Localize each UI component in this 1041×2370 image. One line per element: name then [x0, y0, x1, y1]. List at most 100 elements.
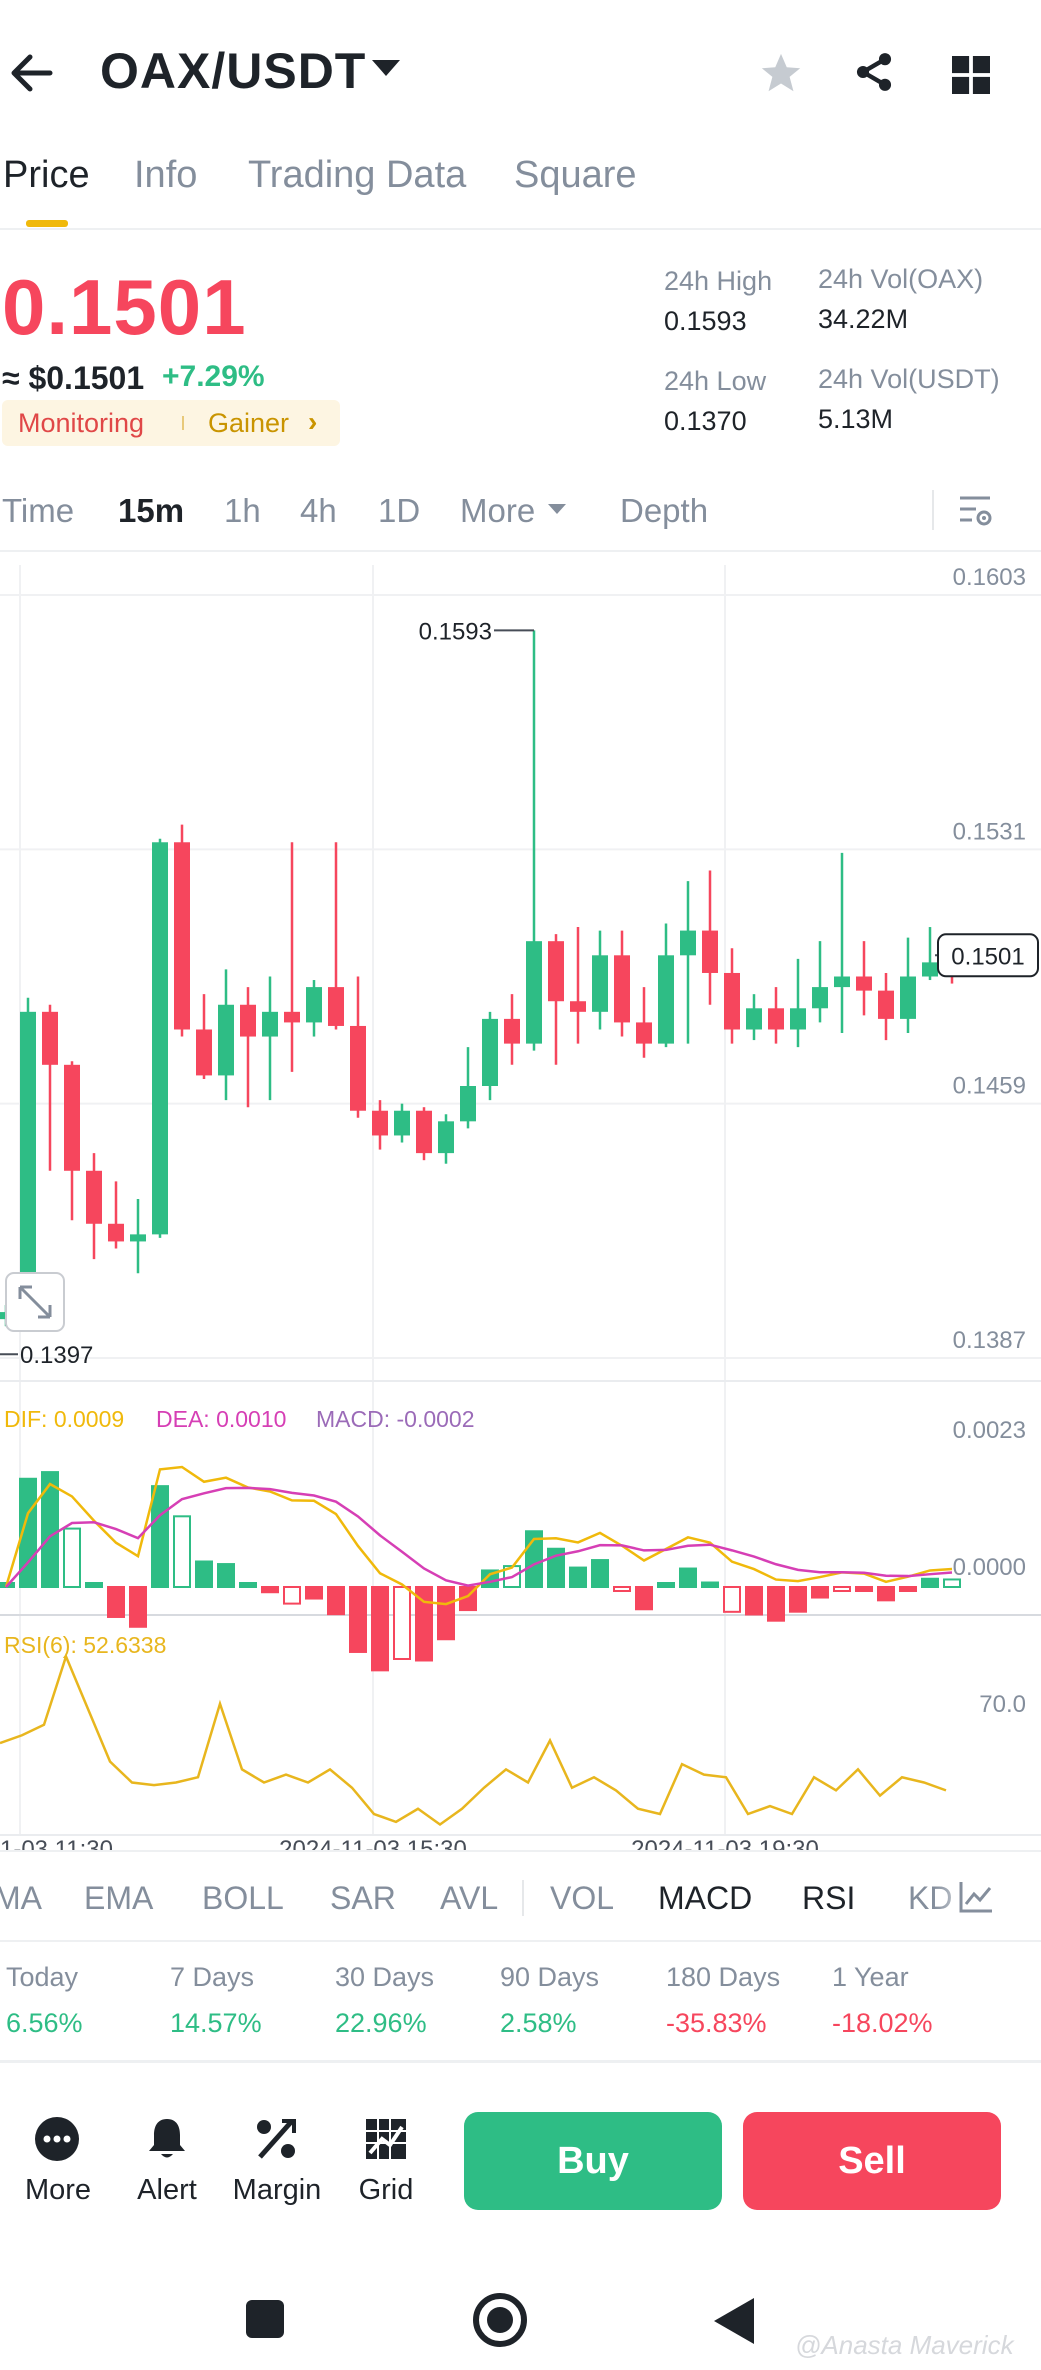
more-icon[interactable]	[33, 2115, 81, 2163]
tab-trading-data[interactable]: Trading Data	[248, 154, 466, 197]
candle-body	[64, 1064, 80, 1171]
price-change: +7.29%	[162, 360, 265, 393]
rsi-label: RSI(6): 52.6338	[4, 1632, 166, 1658]
candle-body	[306, 987, 322, 1023]
ind-rsi[interactable]: RSI	[802, 1880, 855, 1917]
macd-histogram-bar	[833, 1586, 851, 1592]
indicator-settings-icon[interactable]	[958, 1880, 994, 1914]
bell-icon[interactable]	[143, 2115, 191, 2163]
macd-histogram-bar	[85, 1582, 103, 1588]
chart-settings-icon[interactable]	[958, 494, 994, 528]
grid-bot-icon[interactable]	[362, 2115, 410, 2163]
ind-ema[interactable]: EMA	[84, 1880, 153, 1917]
percent-icon[interactable]	[252, 2115, 300, 2163]
sell-button[interactable]: Sell	[743, 2112, 1001, 2210]
tab-info[interactable]: Info	[134, 154, 197, 197]
perf-value: -35.83%	[666, 2008, 767, 2038]
ind-macd[interactable]: MACD	[658, 1880, 752, 1917]
macd-histogram-bar	[657, 1582, 675, 1588]
candle-body	[218, 1004, 234, 1076]
candle-body	[768, 1008, 784, 1030]
tab-square[interactable]: Square	[514, 154, 637, 197]
price-chart[interactable]: DIF: 0.0009 DEA: 0.0010 MACD: -0.0002 0.002…	[0, 550, 1041, 1850]
ind-ma[interactable]: MA	[0, 1880, 42, 1917]
x-tick-label: 2024-11-03 19:30	[631, 1836, 819, 1850]
candle-body	[680, 930, 696, 956]
divider	[932, 490, 934, 530]
candle-body	[900, 976, 916, 1019]
ind-vol[interactable]: VOL	[550, 1880, 614, 1917]
tf-1h[interactable]: 1h	[224, 492, 261, 530]
grid-icon[interactable]	[952, 56, 990, 94]
candle-body	[130, 1234, 146, 1242]
divider	[0, 1850, 1041, 1852]
low-value: 0.1370	[664, 406, 747, 436]
macd-histogram-bar	[701, 1581, 719, 1588]
alert-label[interactable]: Alert	[107, 2174, 227, 2207]
candle-body	[570, 1001, 586, 1012]
candle-body	[746, 1008, 762, 1030]
pair-title[interactable]: OAX/USDT	[100, 42, 366, 100]
macd-histogram-bar	[767, 1586, 785, 1622]
last-price: 0.1501	[2, 263, 247, 351]
rsi-line	[0, 1652, 947, 1827]
candle-body	[592, 955, 608, 1012]
macd-histogram-bar	[899, 1586, 917, 1592]
low-marker-label: 0.1397	[20, 1342, 93, 1369]
candle-body	[152, 842, 168, 1235]
macd-histogram-bar	[855, 1586, 873, 1592]
ind-boll[interactable]: BOLL	[202, 1880, 284, 1917]
macd-histogram-bar	[41, 1471, 59, 1589]
candle-body	[372, 1110, 388, 1136]
macd-histogram-bar	[723, 1586, 741, 1613]
tf-time[interactable]: Time	[2, 492, 74, 530]
perf-label: 30 Days	[335, 1962, 435, 1992]
monitoring-tag[interactable]: Monitoring	[18, 408, 144, 439]
tf-more[interactable]: More	[460, 492, 535, 530]
more-chevron-down-icon[interactable]	[548, 504, 566, 514]
candle-body	[922, 962, 938, 977]
macd-histogram-bar	[613, 1586, 631, 1592]
macd-histogram-bar	[811, 1586, 829, 1599]
star-icon[interactable]	[758, 50, 804, 96]
margin-label[interactable]: Margin	[217, 2174, 337, 2207]
divider	[522, 1880, 524, 1916]
gainer-tag[interactable]: Gainer	[208, 408, 289, 439]
perf-value: 22.96%	[335, 2008, 427, 2038]
ind-sar[interactable]: SAR	[330, 1880, 396, 1917]
ind-avl[interactable]: AVL	[440, 1880, 498, 1917]
tf-15m[interactable]: 15m	[118, 492, 184, 530]
tab-price[interactable]: Price	[3, 154, 90, 197]
back-arrow-icon[interactable]	[8, 50, 54, 96]
tf-4h[interactable]: 4h	[300, 492, 337, 530]
recents-icon[interactable]	[244, 2298, 286, 2340]
macd-histogram-bar	[239, 1582, 257, 1588]
dea-line	[5, 1486, 953, 1588]
macd-histogram-bar	[921, 1577, 939, 1589]
candle-body	[42, 1011, 58, 1065]
divider	[0, 228, 1041, 230]
chevron-right-icon[interactable]: ›	[308, 406, 317, 438]
y-tick-label: 0.1387	[953, 1327, 1026, 1354]
y-tick-label: 0.1531	[953, 818, 1026, 845]
back-nav-icon[interactable]	[712, 2296, 756, 2346]
macd-y-tick: 0.0000	[953, 1554, 1026, 1581]
share-icon[interactable]	[852, 50, 896, 94]
more-label[interactable]: More	[0, 2174, 118, 2207]
grid-label[interactable]: Grid	[326, 2174, 446, 2207]
tf-depth[interactable]: Depth	[620, 492, 708, 530]
macd-histogram-bar	[63, 1527, 81, 1588]
perf-value: -18.02%	[832, 2008, 933, 2038]
buy-button[interactable]: Buy	[464, 2112, 722, 2210]
candle-body	[614, 955, 630, 1023]
y-tick-label: 0.1459	[953, 1073, 1026, 1100]
home-icon[interactable]	[472, 2292, 528, 2348]
chevron-down-icon[interactable]	[372, 60, 400, 76]
candle-body	[812, 987, 828, 1009]
candle-body	[658, 955, 674, 1044]
tf-1d[interactable]: 1D	[378, 492, 420, 530]
macd-histogram-bar	[745, 1586, 763, 1616]
candle-body	[790, 1008, 806, 1030]
dea-label: DEA: 0.0010	[156, 1406, 286, 1432]
macd-histogram-bar	[195, 1560, 213, 1588]
